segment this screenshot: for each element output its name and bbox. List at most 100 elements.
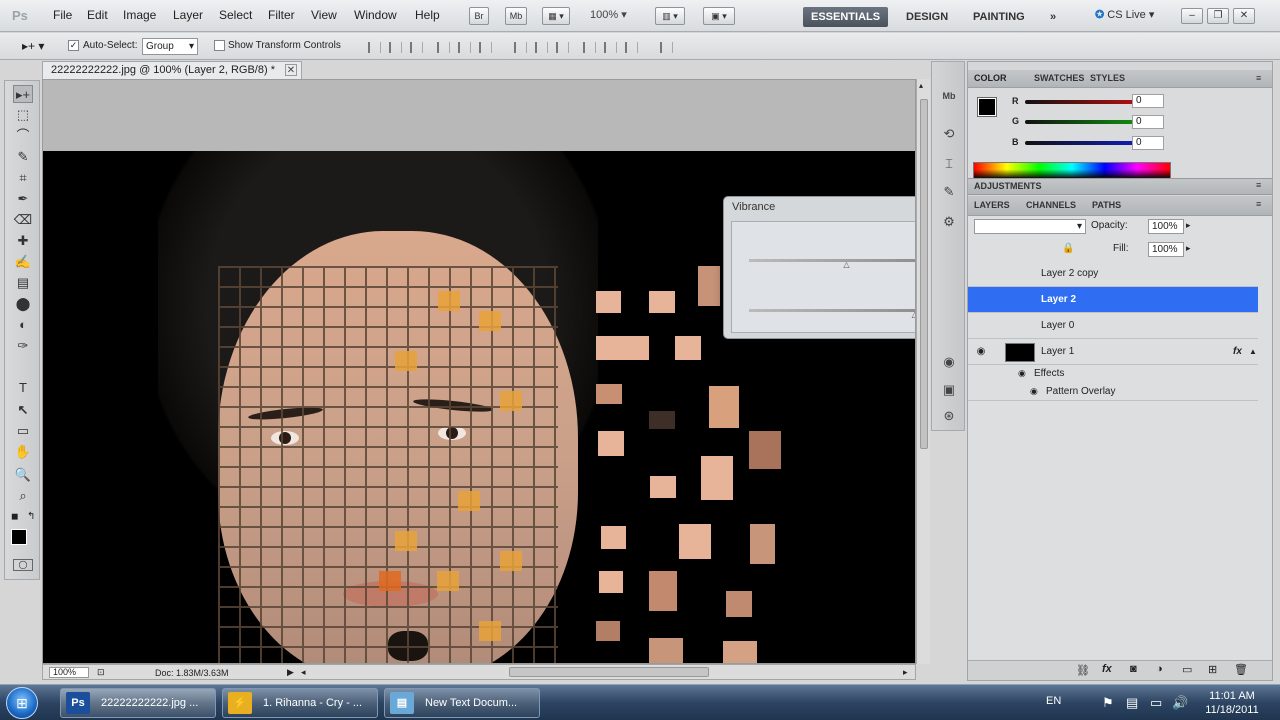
fill-input[interactable]: 100% bbox=[1148, 242, 1184, 257]
tab-paths[interactable]: PATHS bbox=[1092, 200, 1121, 210]
channel-r-value[interactable]: 0 bbox=[1132, 94, 1164, 108]
distribute-vcenter-icon[interactable] bbox=[535, 42, 548, 53]
vibrance-slider-track[interactable] bbox=[749, 259, 915, 262]
hand-tool-icon[interactable]: 🔍 bbox=[13, 466, 33, 484]
vertical-scrollbar[interactable]: ▴ bbox=[916, 79, 930, 664]
language-indicator[interactable]: EN bbox=[1046, 695, 1061, 707]
workspace-painting[interactable]: PAINTING bbox=[965, 7, 1033, 27]
panel-menu-icon[interactable]: ≡ bbox=[1256, 180, 1261, 190]
pen-tool-icon[interactable]: T bbox=[13, 379, 33, 397]
channel-b-value[interactable]: 0 bbox=[1132, 136, 1164, 150]
pattern-overlay-row[interactable]: ◉ Pattern Overlay bbox=[968, 383, 1258, 401]
scroll-right-icon[interactable]: ▸ bbox=[903, 667, 908, 678]
document-tab[interactable]: 22222222222.jpg @ 100% (Layer 2, RGB/8) … bbox=[42, 61, 302, 79]
menu-help[interactable]: Help bbox=[415, 8, 440, 22]
menu-file[interactable]: File bbox=[53, 8, 72, 22]
lock-icon[interactable]: 🔒 bbox=[1062, 243, 1074, 254]
taskbar-item-photoshop[interactable]: Ps 22222222222.jpg ... bbox=[60, 688, 216, 718]
distribute-bottom-icon[interactable] bbox=[556, 42, 569, 53]
shape-tool-icon[interactable]: ✋ bbox=[13, 443, 33, 461]
layer-row-layer-2[interactable]: Layer 2 bbox=[968, 287, 1258, 313]
layer-row-layer-0[interactable]: Layer 0 bbox=[968, 313, 1258, 339]
move-tool-preset-icon[interactable]: ▸+ ▾ bbox=[22, 39, 44, 53]
history-panel-icon[interactable]: ⟲ bbox=[938, 124, 960, 144]
layer-effects-row[interactable]: ◉ Effects bbox=[968, 365, 1258, 383]
vibrance-slider-thumb[interactable]: △ bbox=[843, 261, 851, 269]
fx-icon[interactable]: fx bbox=[1233, 339, 1242, 365]
new-adjustment-layer-icon[interactable]: ◑ bbox=[1156, 663, 1163, 675]
add-layer-style-icon[interactable]: fx bbox=[1102, 663, 1112, 675]
menu-view[interactable]: View bbox=[311, 8, 337, 22]
menu-image[interactable]: Image bbox=[123, 8, 156, 22]
info-panel-icon[interactable]: ▣ bbox=[938, 380, 960, 400]
arrange-documents-button[interactable]: ▥ ▾ bbox=[655, 7, 685, 25]
opacity-arrow-icon[interactable]: ▸ bbox=[1186, 220, 1191, 231]
fill-arrow-icon[interactable]: ▸ bbox=[1186, 243, 1191, 254]
menu-edit[interactable]: Edit bbox=[87, 8, 108, 22]
status-zoom-field[interactable]: 100% bbox=[49, 667, 89, 678]
distribute-top-icon[interactable] bbox=[514, 42, 527, 53]
tab-swatches[interactable]: SWATCHES bbox=[1034, 73, 1084, 83]
menu-layer[interactable]: Layer bbox=[173, 8, 203, 22]
align-top-icon[interactable] bbox=[368, 42, 381, 53]
marquee-tool-icon[interactable]: ⬚ bbox=[13, 106, 33, 124]
auto-select-type-select[interactable]: Group ▾ bbox=[142, 38, 198, 55]
workspace-essentials[interactable]: ESSENTIALS bbox=[803, 7, 889, 27]
menu-select[interactable]: Select bbox=[219, 8, 252, 22]
distribute-hcenter-icon[interactable] bbox=[604, 42, 617, 53]
lasso-tool-icon[interactable]: ⌒ bbox=[13, 127, 33, 145]
scroll-left-icon[interactable]: ◂ bbox=[301, 667, 306, 678]
path-selection-tool-icon[interactable]: ▭ bbox=[13, 422, 33, 440]
trash-icon[interactable]: 🗑 bbox=[1234, 663, 1248, 676]
action-center-icon[interactable]: ▤ bbox=[1126, 695, 1138, 711]
panel-menu-icon[interactable]: ≡ bbox=[1256, 73, 1261, 83]
menu-filter[interactable]: Filter bbox=[268, 8, 295, 22]
channel-g-value[interactable]: 0 bbox=[1132, 115, 1164, 129]
color-spectrum-ramp[interactable] bbox=[973, 162, 1171, 179]
foreground-color-swatch[interactable] bbox=[11, 529, 27, 545]
tab-layers[interactable]: LAYERS bbox=[974, 200, 1010, 210]
paint-bucket-tool-icon[interactable]: ◐ bbox=[13, 316, 33, 334]
show-transform-checkbox[interactable] bbox=[214, 40, 225, 51]
network-icon[interactable]: ⚑ bbox=[1102, 695, 1114, 711]
pattern-overlay-eye-icon[interactable]: ◉ bbox=[1030, 386, 1038, 397]
document-canvas-area[interactable]: Vibrance ✕ △ △ ➤ bbox=[42, 79, 916, 664]
restore-button[interactable]: ❐ bbox=[1207, 8, 1229, 24]
status-menu-arrow-icon[interactable]: ▶ bbox=[287, 667, 294, 678]
clone-source-panel-icon[interactable]: ⚙ bbox=[938, 212, 960, 232]
new-group-icon[interactable]: ▭ bbox=[1182, 663, 1192, 676]
foreground-color-chip[interactable] bbox=[977, 97, 997, 117]
new-layer-icon[interactable]: ⊞ bbox=[1208, 663, 1217, 676]
default-colors-icon[interactable]: ◼ bbox=[11, 511, 18, 522]
add-mask-icon[interactable]: ◙ bbox=[1130, 663, 1137, 675]
adjustments-panel-header[interactable]: ADJUSTMENTS ≡ bbox=[968, 178, 1272, 195]
brush-tool-icon[interactable]: ✚ bbox=[13, 232, 33, 250]
scroll-up-icon[interactable]: ▴ bbox=[919, 81, 923, 90]
minimize-button[interactable]: – bbox=[1181, 8, 1203, 24]
more-workspaces-button[interactable]: » bbox=[1042, 7, 1064, 27]
zoom-tool-icon[interactable]: ⌕ bbox=[13, 487, 33, 505]
tab-adjustments[interactable]: ADJUSTMENTS bbox=[974, 181, 1042, 191]
cs-live-button[interactable]: ✪ CS Live ▾ bbox=[1095, 8, 1154, 21]
chevron-up-icon[interactable]: ▲ bbox=[1249, 339, 1257, 365]
bridge-button[interactable]: Br bbox=[469, 7, 489, 25]
link-layers-icon[interactable]: ⛓ bbox=[1076, 664, 1090, 677]
view-extras-button[interactable]: ▦ ▾ bbox=[542, 7, 570, 25]
eyedropper-tool-icon[interactable]: ✒ bbox=[13, 190, 33, 208]
workspace-design[interactable]: DESIGN bbox=[898, 7, 956, 27]
vertical-scroll-thumb[interactable] bbox=[920, 99, 928, 449]
taskbar-item-media[interactable]: ⚡ 1. Rihanna - Cry - ... bbox=[222, 688, 378, 718]
tab-channels[interactable]: CHANNELS bbox=[1026, 200, 1076, 210]
align-hcenter-icon[interactable] bbox=[458, 42, 471, 53]
quick-selection-tool-icon[interactable]: ✎ bbox=[13, 148, 33, 166]
panel-menu-icon[interactable]: ≡ bbox=[1256, 199, 1261, 209]
layer-row-layer-2-copy[interactable]: Layer 2 copy bbox=[968, 261, 1258, 287]
opacity-input[interactable]: 100% bbox=[1148, 219, 1184, 234]
close-button[interactable]: ✕ bbox=[1233, 8, 1255, 24]
mini-bridge-button[interactable]: Mb bbox=[505, 7, 527, 25]
start-button[interactable]: ⊞ bbox=[6, 687, 38, 719]
taskbar-item-notepad[interactable]: ▤ New Text Docum... bbox=[384, 688, 540, 718]
effects-eye-icon[interactable]: ◉ bbox=[1018, 368, 1026, 379]
display-icon[interactable]: ▭ bbox=[1150, 695, 1162, 711]
swap-colors-icon[interactable]: ↰ bbox=[27, 511, 35, 522]
